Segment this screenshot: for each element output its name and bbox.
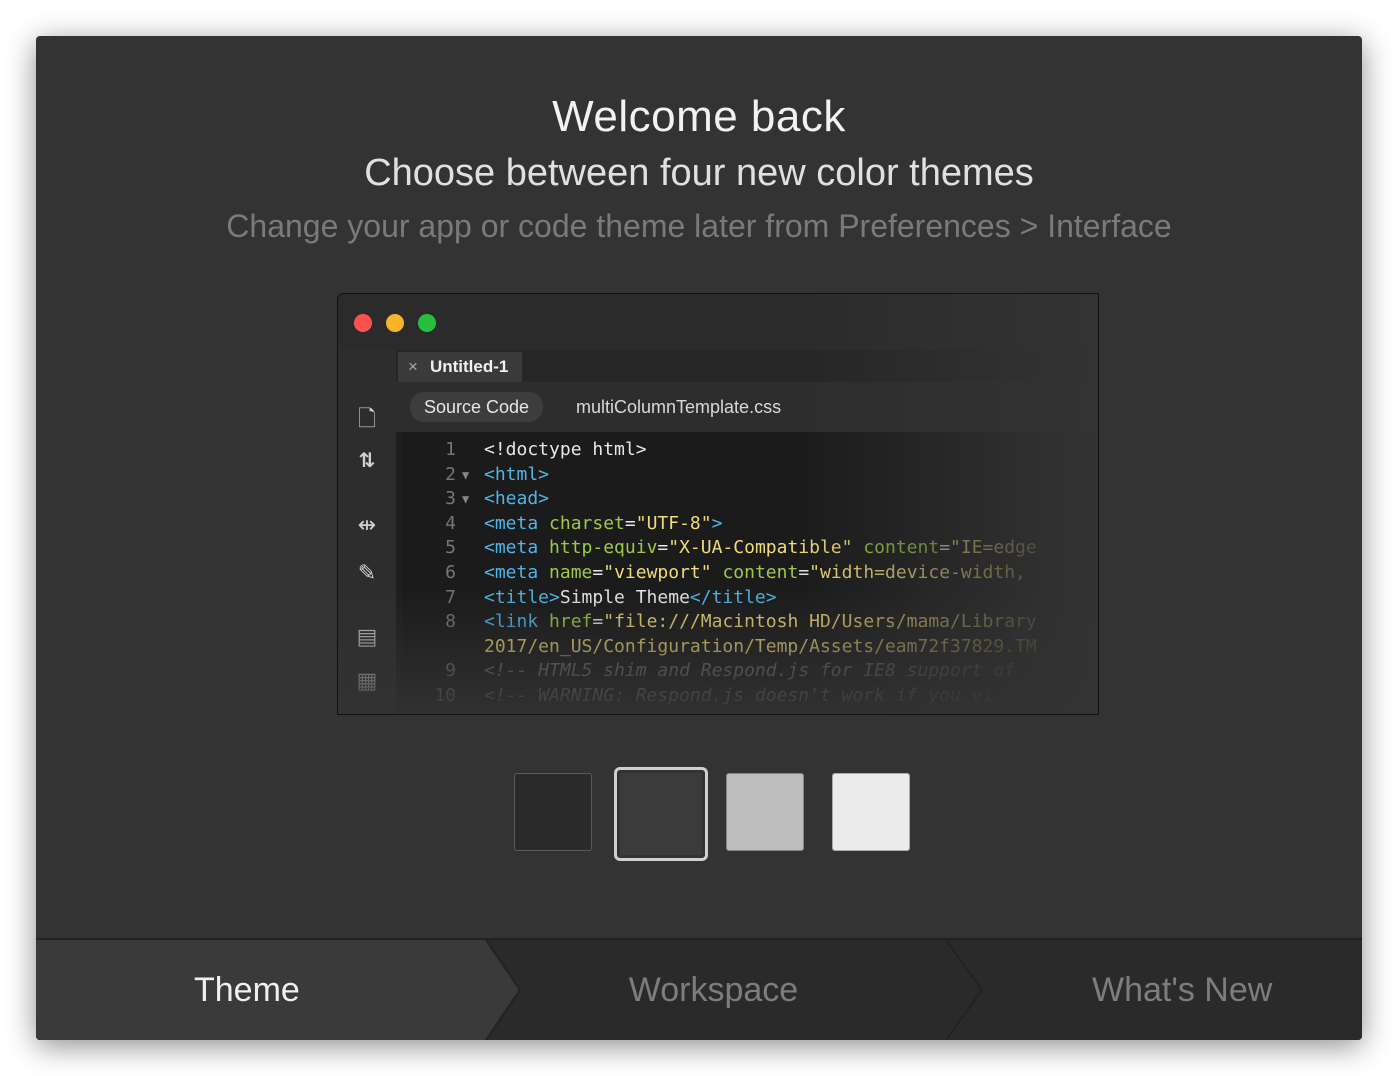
code-text: <title>Simple Theme</title> <box>484 586 777 608</box>
close-tab-icon: × <box>408 357 418 376</box>
related-file-tab: multiColumnTemplate.css <box>576 397 782 417</box>
theme-swatch-darkest[interactable] <box>514 773 592 851</box>
comment-icon: ▤ <box>356 624 378 649</box>
step-navigation: Workspace What's New Theme <box>36 938 1362 1040</box>
close-light-icon <box>354 314 372 332</box>
step-theme-label: Theme <box>194 971 300 1009</box>
code-text: <meta name="viewport" content="width=dev… <box>484 562 1026 583</box>
code-text: <!-- HTML5 shim and Respond.js for IE8 s… <box>484 660 1016 682</box>
file-icon: 🗋 <box>358 406 376 431</box>
line-number: 5 <box>445 537 456 559</box>
code-editor: 1 <!doctype html> 2 ▼ <html> 3 ▼ <head> 4 <meta c… <box>402 432 1098 714</box>
code-text: <meta http-equiv="X-UA-Compatible" conte… <box>484 537 1037 559</box>
preferences-hint: Change your app or code theme later from… <box>226 208 1172 244</box>
minimize-light-icon <box>386 314 404 332</box>
step-arrow-icon <box>480 940 520 1040</box>
zoom-light-icon <box>418 314 436 332</box>
code-text: <meta charset="UTF-8"> <box>484 512 723 534</box>
code-text: <!-- WARNING: Respond.js doesn't work if… <box>484 685 994 706</box>
line-number: 3 <box>445 488 456 510</box>
document-tab-label: Untitled-1 <box>429 357 509 376</box>
code-text: <head> <box>484 488 550 510</box>
line-number: 7 <box>445 586 456 608</box>
step-workspace[interactable]: Workspace <box>481 940 946 1040</box>
theme-swatch-lightest[interactable] <box>832 773 910 851</box>
theme-preview: 🗋 ⇅ ⇹ ✎ ▤ ▦ × Untitled-1 Source Code mult… <box>338 294 1098 714</box>
step-whats-new-label: What's New <box>1092 971 1273 1009</box>
line-number: 10 <box>434 685 456 706</box>
source-code-tab: Source Code <box>410 392 544 422</box>
preview-titlebar <box>338 294 1098 350</box>
theme-swatch-light[interactable] <box>726 773 804 851</box>
step-theme[interactable]: Theme <box>36 940 486 1040</box>
dialog-title: Welcome back <box>552 92 846 141</box>
document-tab: × Untitled-1 <box>398 352 523 382</box>
preview-toolbar: 🗋 ⇅ ⇹ ✎ ▤ ▦ <box>338 350 396 714</box>
step-workspace-label: Workspace <box>628 971 799 1009</box>
code-text: <link href="file:///Macintosh HD/Users/m… <box>484 611 1037 633</box>
line-number: 2 <box>445 463 456 485</box>
dialog-subtitle: Choose between four new color themes <box>364 152 1034 194</box>
theme-swatch-dark[interactable] <box>614 767 708 861</box>
line-number: 9 <box>445 660 456 682</box>
step-whats-new[interactable]: What's New <box>946 940 1362 1040</box>
step-arrow-icon <box>945 940 984 1040</box>
document-tabs: × Untitled-1 <box>396 350 1098 382</box>
comment-settings-icon: ▦ <box>356 668 378 693</box>
code-text: <html> <box>484 463 550 485</box>
line-number: 1 <box>445 439 456 460</box>
expand-icon: ⇹ <box>357 512 377 537</box>
line-number: 8 <box>445 611 456 633</box>
line-number: 6 <box>445 562 456 583</box>
welcome-dialog: Welcome back Choose between four new col… <box>36 36 1362 1040</box>
code-text: <!doctype html> <box>484 439 647 460</box>
arrows-up-down-icon: ⇅ <box>358 450 376 472</box>
fold-arrow-icon: ▼ <box>462 467 470 482</box>
related-files-bar: Source Code multiColumnTemplate.css <box>396 382 1098 432</box>
code-text: 2017/en_US/Configuration/Temp/Assets/eam… <box>484 635 1037 657</box>
fold-arrow-icon: ▼ <box>462 492 470 507</box>
brush-icon: ✎ <box>357 560 377 585</box>
line-number: 4 <box>445 512 456 534</box>
